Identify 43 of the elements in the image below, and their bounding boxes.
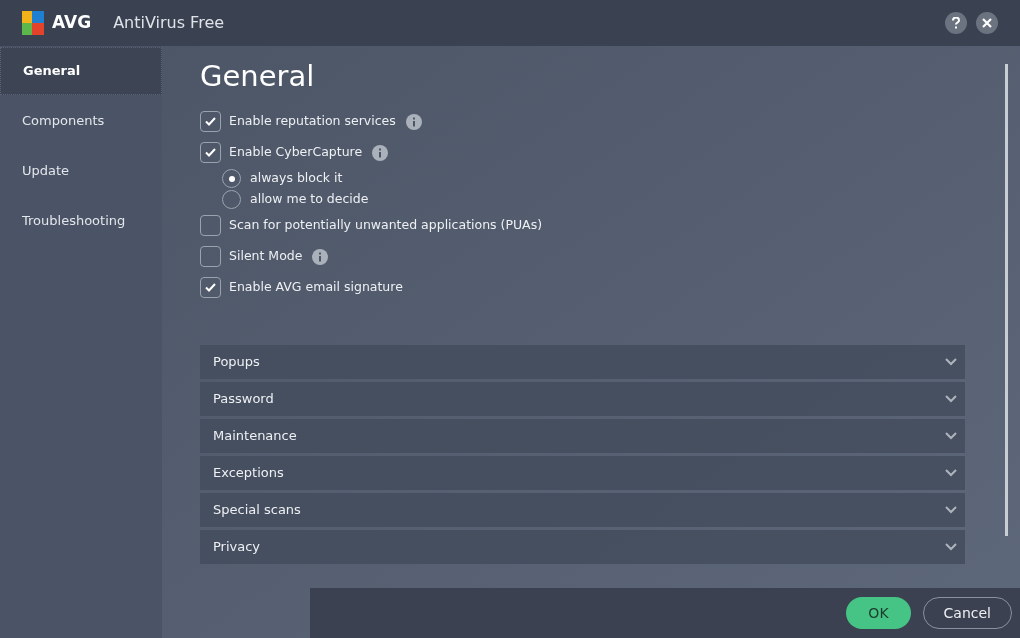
checkbox[interactable] xyxy=(200,215,221,236)
info-icon[interactable] xyxy=(372,144,389,161)
option-label: Silent Mode xyxy=(229,247,303,266)
chevron-down-icon xyxy=(945,395,957,403)
sidebar-item[interactable]: General xyxy=(0,47,162,95)
info-icon[interactable] xyxy=(405,113,422,130)
option-label: Scan for potentially unwanted applications (PUAs) xyxy=(229,216,543,235)
checkbox[interactable] xyxy=(200,111,221,132)
option-label: Enable reputation services xyxy=(229,112,396,131)
check-icon xyxy=(205,148,216,157)
section-header[interactable]: Popups xyxy=(200,345,965,379)
checkbox[interactable] xyxy=(200,246,221,267)
check-icon xyxy=(205,117,216,126)
ok-button[interactable]: OK xyxy=(846,597,911,629)
check-icon xyxy=(205,283,216,292)
radio-label: always block it xyxy=(250,169,343,188)
brand-name: AVG xyxy=(52,11,92,35)
chevron-down-icon xyxy=(945,469,957,477)
section-header[interactable]: Privacy xyxy=(200,530,965,564)
sidebar-item[interactable]: Troubleshooting xyxy=(0,197,162,245)
help-icon xyxy=(951,17,961,29)
section-header[interactable]: Password xyxy=(200,382,965,416)
sidebar-item[interactable]: Update xyxy=(0,147,162,195)
close-button[interactable] xyxy=(976,12,998,34)
option-label: Enable AVG email signature xyxy=(229,278,403,297)
section-header[interactable]: Exceptions xyxy=(200,456,965,490)
close-icon xyxy=(982,18,992,28)
checkbox[interactable] xyxy=(200,277,221,298)
help-button[interactable] xyxy=(945,12,967,34)
option-label: Enable CyberCapture xyxy=(229,143,363,162)
radio-label: allow me to decide xyxy=(250,190,369,209)
chevron-down-icon xyxy=(945,543,957,551)
scrollbar[interactable] xyxy=(1005,64,1008,536)
chevron-down-icon xyxy=(945,506,957,514)
chevron-down-icon xyxy=(945,358,957,366)
sidebar-item[interactable]: Components xyxy=(0,97,162,145)
section-header[interactable]: Maintenance xyxy=(200,419,965,453)
page-heading: General xyxy=(200,58,316,94)
checkbox[interactable] xyxy=(200,142,221,163)
info-icon[interactable] xyxy=(312,248,329,265)
section-header[interactable]: Special scans xyxy=(200,493,965,527)
window-title: AntiVirus Free xyxy=(113,12,225,34)
chevron-down-icon xyxy=(945,432,957,440)
